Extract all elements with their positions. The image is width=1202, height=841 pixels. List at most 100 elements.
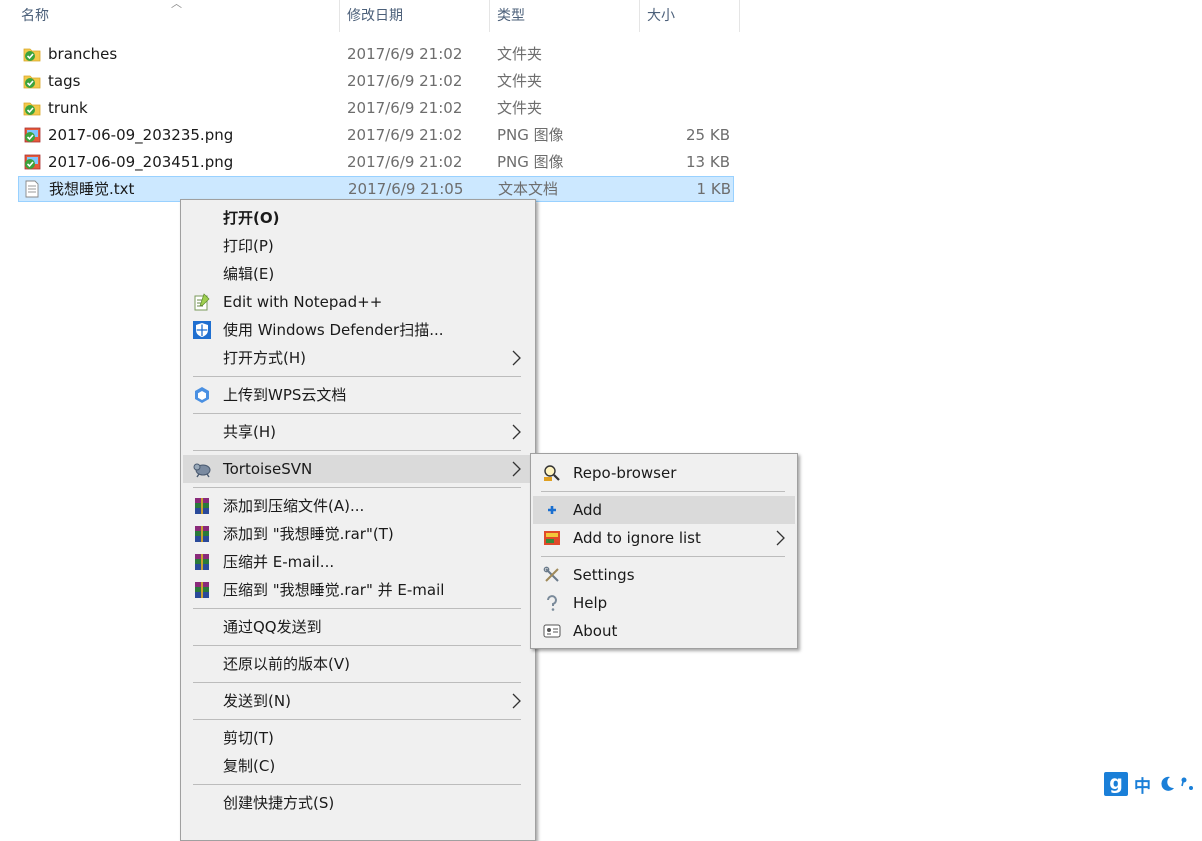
tortoisesvn-submenu: Repo-browser Add Add to ignore list Sett… <box>530 453 798 649</box>
winrar-icon <box>193 581 211 599</box>
file-size: 1 KB <box>641 176 731 202</box>
chevron-right-icon <box>775 530 785 546</box>
svn-image-icon <box>23 153 41 171</box>
menu-item-share[interactable]: 共享(H) <box>183 418 523 446</box>
menu-item-cut[interactable]: 剪切(T) <box>183 724 523 752</box>
file-type: PNG 图像 <box>497 122 564 148</box>
menu-item-defender[interactable]: 使用 Windows Defender扫描... <box>183 316 523 344</box>
svn-image-icon <box>23 126 41 144</box>
menu-item-compress-rar-email[interactable]: 压缩到 "我想睡觉.rar" 并 E-mail <box>183 576 523 604</box>
tortoisesvn-icon <box>193 460 211 478</box>
winrar-icon <box>193 497 211 515</box>
settings-tools-icon <box>543 566 561 584</box>
windows-defender-icon <box>193 321 211 339</box>
file-type: 文件夹 <box>497 68 542 94</box>
file-row-png-2[interactable]: 2017-06-09_203451.png 2017/6/9 21:02 PNG… <box>18 149 734 175</box>
file-size: 13 KB <box>640 149 730 175</box>
menu-item-add-archive[interactable]: 添加到压缩文件(A)... <box>183 492 523 520</box>
svn-item-help[interactable]: Help <box>533 589 793 617</box>
menu-separator <box>193 682 521 683</box>
file-size <box>640 41 730 67</box>
menu-item-qq-send[interactable]: 通过QQ发送到 <box>183 613 523 641</box>
menu-item-tortoisesvn[interactable]: TortoiseSVN <box>183 455 531 483</box>
menu-item-shortcut[interactable]: 创建快捷方式(S) <box>183 789 523 817</box>
menu-item-open-with[interactable]: 打开方式(H) <box>183 344 523 372</box>
file-type: PNG 图像 <box>497 149 564 175</box>
sogou-logo-icon: g <box>1104 772 1128 796</box>
file-size <box>640 68 730 94</box>
chevron-right-icon <box>511 693 521 709</box>
ignore-list-icon <box>543 529 561 547</box>
menu-item-print[interactable]: 打印(P) <box>183 232 523 260</box>
notepad-plus-plus-icon <box>193 293 211 311</box>
file-name: tags <box>48 68 80 94</box>
column-divider[interactable] <box>639 0 640 32</box>
file-size: 25 KB <box>640 122 730 148</box>
file-name: trunk <box>48 95 88 121</box>
menu-item-copy[interactable]: 复制(C) <box>183 752 523 780</box>
column-divider[interactable] <box>339 0 340 32</box>
svn-item-repo-browser[interactable]: Repo-browser <box>533 459 793 487</box>
text-file-icon <box>23 180 41 198</box>
menu-separator <box>193 784 521 785</box>
punctuation-icon[interactable] <box>1180 775 1196 793</box>
file-row-tags[interactable]: tags 2017/6/9 21:02 文件夹 <box>18 68 734 94</box>
column-header-name[interactable]: 名称 <box>21 0 49 32</box>
ime-mode-indicator[interactable]: 中 <box>1134 772 1151 797</box>
menu-separator <box>193 376 521 377</box>
sort-ascending-icon: ︿ <box>171 0 182 11</box>
svn-folder-icon <box>23 45 41 63</box>
column-divider[interactable] <box>739 0 740 32</box>
column-header-size[interactable]: 大小 <box>647 0 675 32</box>
menu-item-compress-email[interactable]: 压缩并 E-mail... <box>183 548 523 576</box>
menu-item-add-rar[interactable]: 添加到 "我想睡觉.rar"(T) <box>183 520 523 548</box>
file-date: 2017/6/9 21:02 <box>347 95 462 121</box>
menu-separator <box>193 450 521 451</box>
context-menu: 打开(O) 打印(P) 编辑(E) Edit with Notepad++ 使用… <box>180 199 536 841</box>
file-name: 2017-06-09_203235.png <box>48 122 233 148</box>
chevron-right-icon <box>511 350 521 366</box>
menu-item-edit[interactable]: 编辑(E) <box>183 260 523 288</box>
menu-item-wps[interactable]: 上传到WPS云文档 <box>183 381 523 409</box>
ime-toolbar[interactable]: g 中 <box>1102 770 1202 798</box>
file-row-png-1[interactable]: 2017-06-09_203235.png 2017/6/9 21:02 PNG… <box>18 122 734 148</box>
menu-separator <box>193 645 521 646</box>
svn-item-ignore[interactable]: Add to ignore list <box>533 524 793 552</box>
menu-separator <box>193 719 521 720</box>
wps-cloud-icon <box>193 386 211 404</box>
menu-item-notepad[interactable]: Edit with Notepad++ <box>183 288 523 316</box>
winrar-icon <box>193 553 211 571</box>
half-width-moon-icon[interactable] <box>1158 775 1176 793</box>
file-date: 2017/6/9 21:02 <box>347 149 462 175</box>
winrar-icon <box>193 525 211 543</box>
file-type: 文件夹 <box>497 41 542 67</box>
file-type: 文件夹 <box>497 95 542 121</box>
file-date: 2017/6/9 21:02 <box>347 68 462 94</box>
column-header-type[interactable]: 类型 <box>497 0 525 32</box>
help-question-icon <box>543 594 561 612</box>
menu-separator <box>193 608 521 609</box>
svn-item-about[interactable]: About <box>533 617 793 645</box>
file-row-branches[interactable]: branches 2017/6/9 21:02 文件夹 <box>18 41 734 67</box>
column-divider[interactable] <box>489 0 490 32</box>
menu-item-open[interactable]: 打开(O) <box>183 204 523 232</box>
column-header-date[interactable]: 修改日期 <box>347 0 403 32</box>
file-date: 2017/6/9 21:02 <box>347 122 462 148</box>
repo-browser-icon <box>543 464 561 482</box>
menu-separator <box>541 491 785 492</box>
about-card-icon <box>543 622 561 640</box>
file-name: branches <box>48 41 117 67</box>
file-name: 我想睡觉.txt <box>49 176 134 202</box>
chevron-right-icon <box>511 461 521 477</box>
svn-item-add[interactable]: Add <box>533 496 795 524</box>
file-row-trunk[interactable]: trunk 2017/6/9 21:02 文件夹 <box>18 95 734 121</box>
menu-separator <box>193 413 521 414</box>
file-size <box>640 95 730 121</box>
menu-separator <box>541 556 785 557</box>
menu-item-restore[interactable]: 还原以前的版本(V) <box>183 650 523 678</box>
menu-separator <box>193 487 521 488</box>
svn-folder-icon <box>23 99 41 117</box>
file-name: 2017-06-09_203451.png <box>48 149 233 175</box>
svn-item-settings[interactable]: Settings <box>533 561 793 589</box>
menu-item-send-to[interactable]: 发送到(N) <box>183 687 523 715</box>
